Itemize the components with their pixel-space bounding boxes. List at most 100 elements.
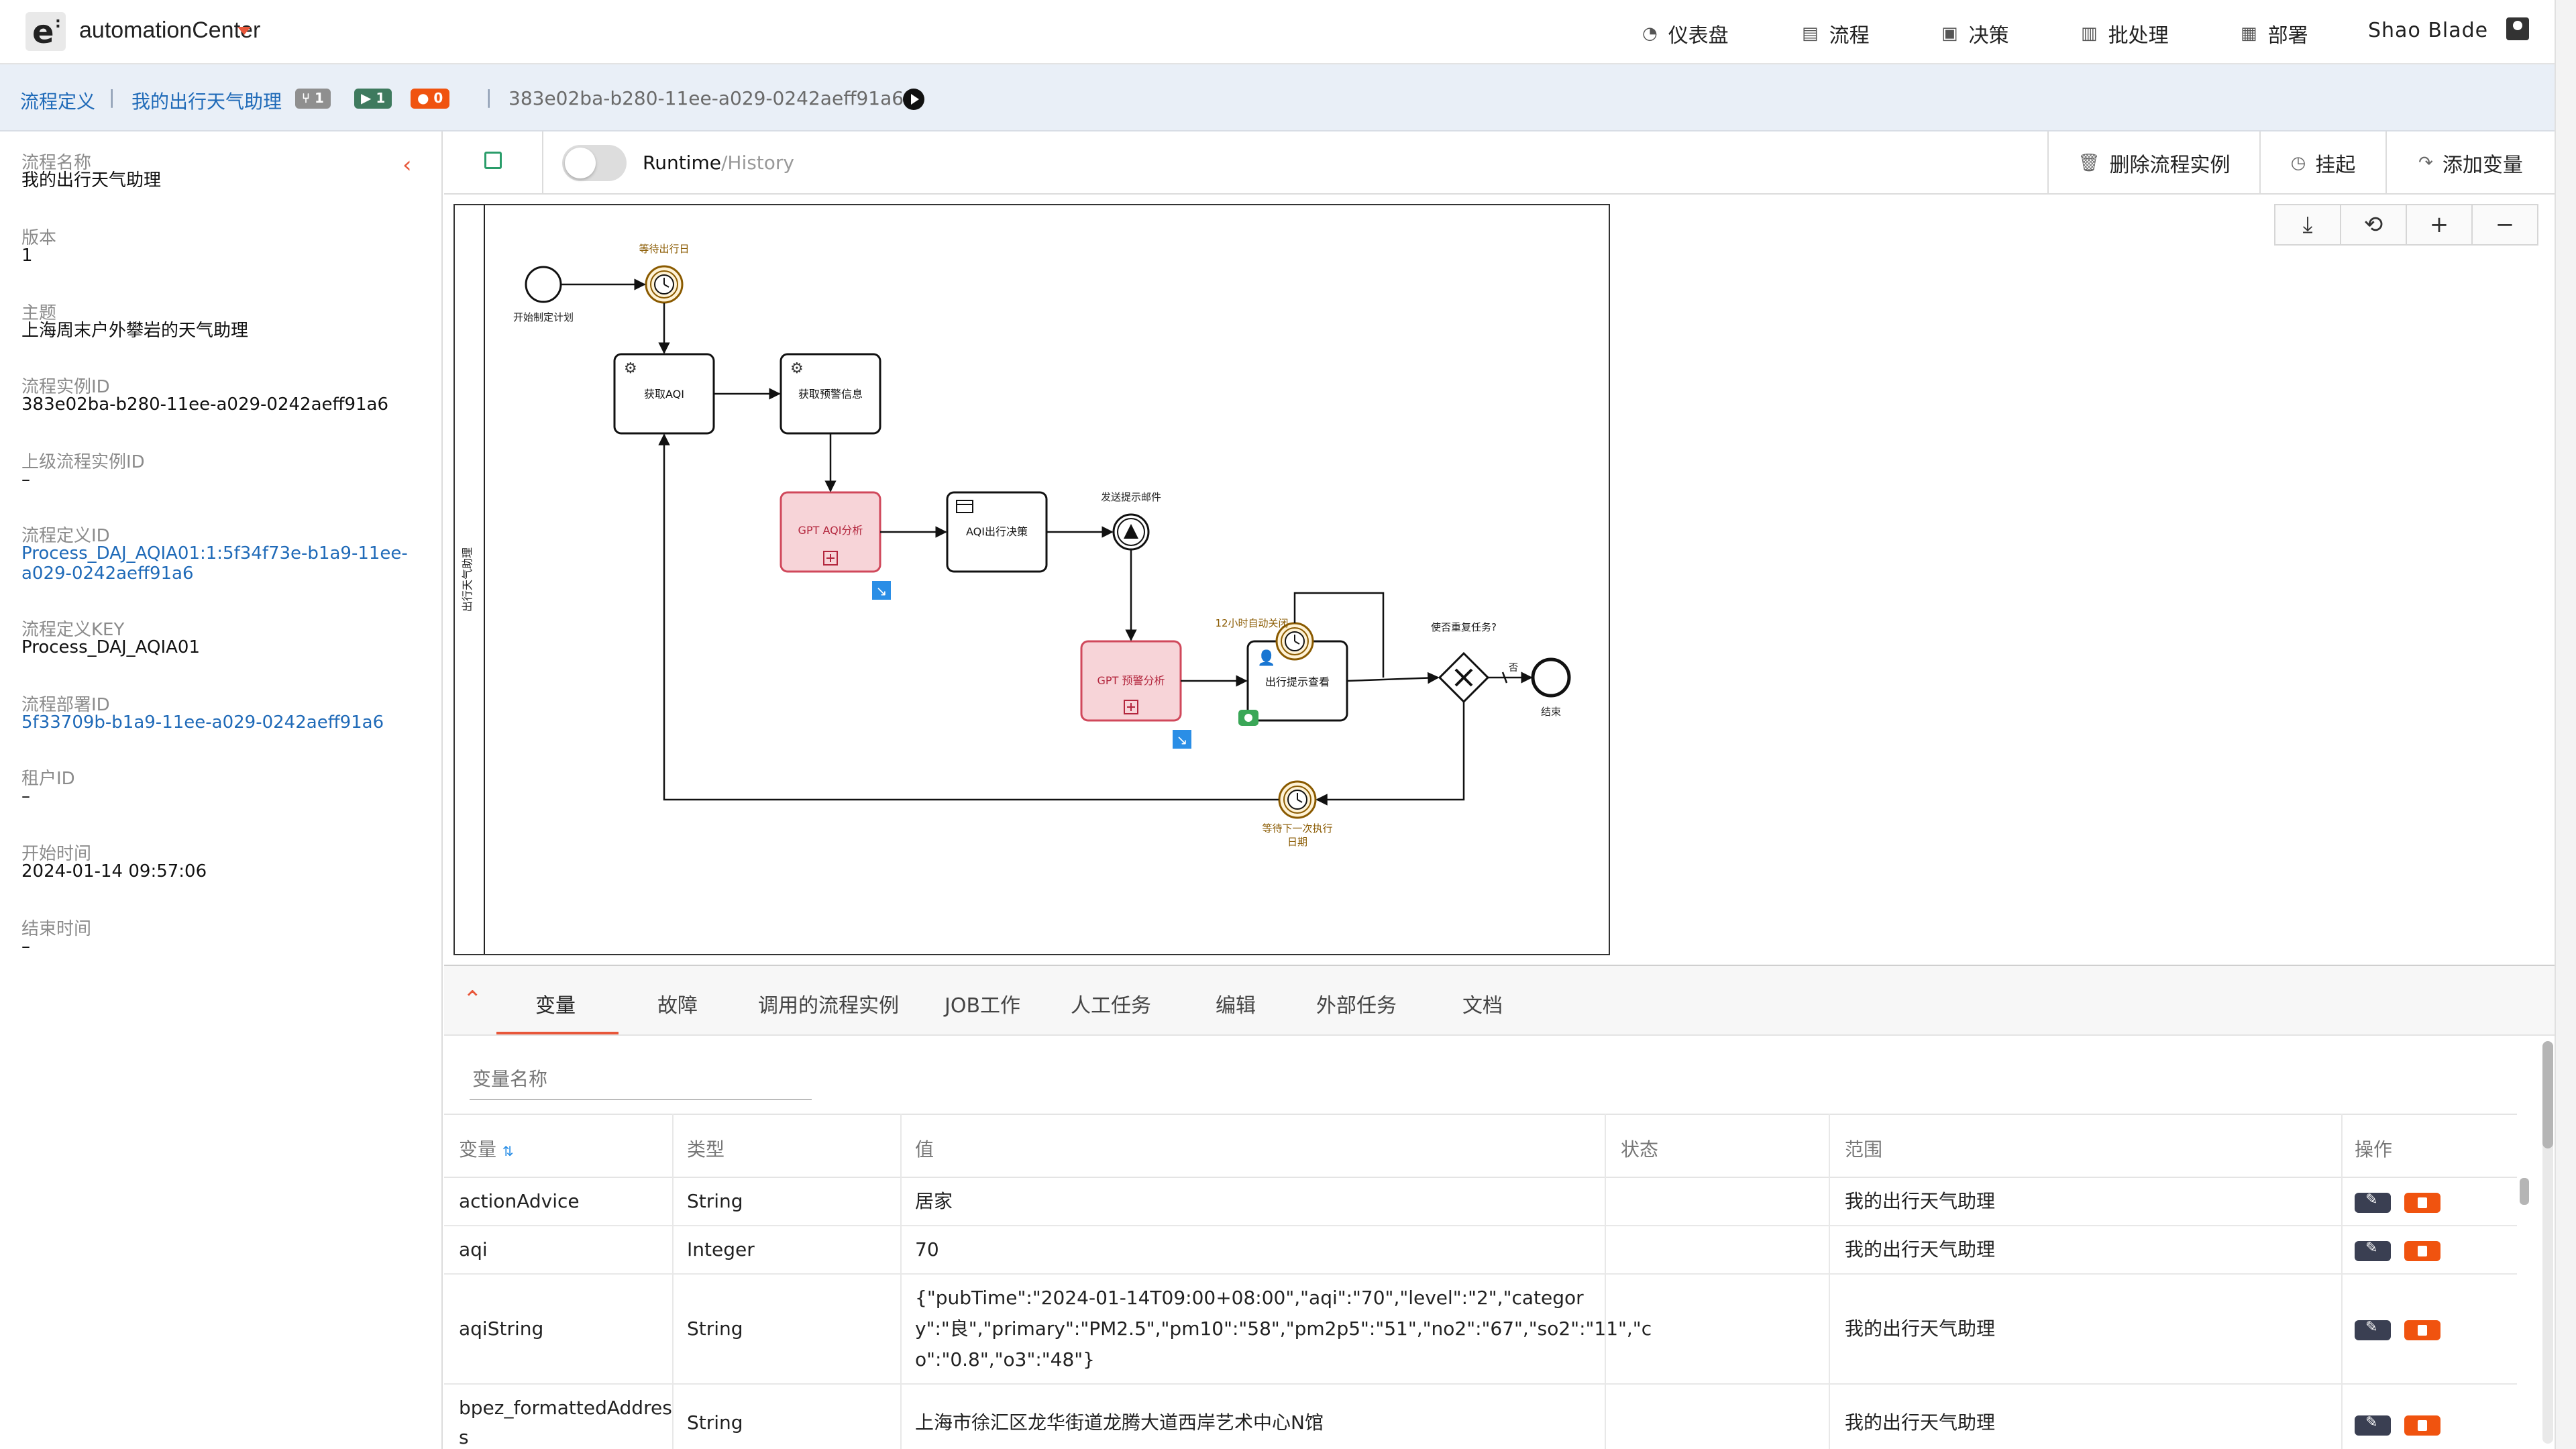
- nav-batch[interactable]: ▥ 批处理: [2081, 19, 2169, 48]
- tab-jobs[interactable]: JOB工作: [945, 989, 1020, 1018]
- send-mail-label: 发送提示邮件: [1101, 491, 1161, 503]
- end-event[interactable]: [1531, 657, 1571, 698]
- field-value: Process_DAJ_AQIA01: [21, 637, 200, 657]
- edit-icon[interactable]: [2355, 1240, 2391, 1261]
- diagram-canvas[interactable]: ⤓ ⟲ + − 出行天气助理 开始制定计划 等待出行日 ⚙ 获取AQI ⚙ 获取…: [444, 195, 2555, 965]
- tab-user-tasks[interactable]: 人工任务: [1071, 989, 1151, 1018]
- table-row[interactable]: bpez_formattedAddres s String 上海市徐汇区龙华街道…: [444, 1385, 2517, 1449]
- delete-icon[interactable]: [2404, 1320, 2440, 1340]
- svg-text:↘: ↘: [1177, 732, 1188, 748]
- column-header-status: 状态: [1621, 1138, 1659, 1161]
- column-header-type: 类型: [687, 1138, 725, 1161]
- subprocess-gpt-warning-label: GPT 预警分析: [1097, 674, 1165, 687]
- zoom-out-icon[interactable]: −: [2471, 204, 2538, 246]
- column-header-variable[interactable]: 变量 ⇅: [459, 1135, 514, 1162]
- reset-zoom-icon[interactable]: ⟲: [2340, 204, 2407, 246]
- variable-name: bpez_formattedAddres: [459, 1397, 672, 1419]
- runtime-label: Runtime: [643, 152, 721, 174]
- diagram-toolbar: Runtime/History 🗑 删除流程实例 ◷ 挂起 ↷ 添加变量: [444, 131, 2555, 195]
- zoom-in-icon[interactable]: +: [2406, 204, 2473, 246]
- nav-process[interactable]: ▤ 流程: [1802, 19, 1870, 48]
- breadcrumb-root-link[interactable]: 流程定义: [20, 87, 95, 114]
- breadcrumb-separator: |: [109, 86, 115, 108]
- batch-icon: ▥: [2081, 23, 2098, 44]
- variable-name-filter[interactable]: [470, 1059, 812, 1100]
- variable-value: o":"0.8","o3":"48"}: [915, 1348, 1095, 1371]
- nav-decision[interactable]: ▣ 决策: [1941, 19, 2009, 48]
- chevron-up-icon[interactable]: ⌃: [463, 986, 482, 1013]
- variable-value: 70: [915, 1238, 939, 1260]
- app-root: e : automationCenter ◔ 仪表盘 ▤ 流程 ▣ 决策 ▥ 批…: [0, 0, 2576, 1449]
- deploy-icon: ▦: [2241, 23, 2257, 44]
- page-scrollbar[interactable]: [2555, 0, 2576, 1449]
- delete-instance-button[interactable]: 🗑 删除流程实例: [2047, 131, 2259, 195]
- timer-event-wait-date[interactable]: [645, 265, 684, 304]
- fullscreen-icon[interactable]: [484, 152, 502, 169]
- nav-deploy[interactable]: ▦ 部署: [2241, 19, 2308, 48]
- download-icon[interactable]: ⤓: [2274, 204, 2341, 246]
- start-event[interactable]: [525, 266, 562, 303]
- panel-scrollbar-thumb[interactable]: [2542, 1041, 2553, 1148]
- end-event-label: 结束: [1541, 706, 1561, 718]
- edit-icon[interactable]: [2355, 1191, 2391, 1213]
- exclusive-gateway[interactable]: [1438, 651, 1490, 704]
- table-row[interactable]: aqiString String {"pubTime":"2024-01-14T…: [444, 1275, 2517, 1385]
- trash-icon: 🗑: [2078, 153, 2100, 173]
- user-icon: 👤: [1257, 649, 1275, 667]
- breadcrumb-current-link[interactable]: 我的出行天气助理: [131, 87, 282, 114]
- top-navbar: e : automationCenter ◔ 仪表盘 ▤ 流程 ▣ 决策 ▥ 批…: [0, 0, 2555, 64]
- field-value: 我的出行天气助理: [21, 170, 162, 191]
- app-name[interactable]: automationCenter: [79, 17, 260, 44]
- edit-icon[interactable]: [2355, 1319, 2391, 1340]
- table-row[interactable]: actionAdvice String 居家 我的出行天气助理: [444, 1178, 2517, 1226]
- column-header-actions: 操作: [2355, 1138, 2393, 1161]
- details-panel: ‹ 流程名称 我的出行天气助理 版本 1 主题 上海周末户外攀岩的天气助理 流程…: [0, 131, 443, 1449]
- run-instance-icon[interactable]: [903, 89, 924, 110]
- logo-badge-icon: :: [55, 15, 61, 32]
- incident-count-badge[interactable]: ● 0: [411, 89, 450, 109]
- lane-label: 出行天气助理: [461, 547, 474, 612]
- column-header-value: 值: [915, 1138, 934, 1161]
- field-value: 上海周末户外攀岩的天气助理: [21, 321, 249, 341]
- branch-count-badge[interactable]: ⑂ 1: [295, 89, 331, 109]
- tab-called-instances[interactable]: 调用的流程实例: [758, 989, 899, 1018]
- table-row[interactable]: aqi Integer 70 我的出行天气助理: [444, 1226, 2517, 1275]
- add-variable-button[interactable]: ↷ 添加变量: [2385, 131, 2555, 195]
- tab-external-tasks[interactable]: 外部任务: [1316, 989, 1397, 1018]
- sort-icon[interactable]: ⇅: [502, 1143, 514, 1159]
- field-value: –: [21, 786, 30, 806]
- column-header-scope: 范围: [1845, 1138, 1883, 1161]
- suspend-button[interactable]: ◷ 挂起: [2259, 131, 2385, 195]
- tab-documents[interactable]: 文档: [1462, 989, 1503, 1018]
- table-scrollbar[interactable]: [2520, 1178, 2529, 1205]
- variable-value: y":"良","primary":"PM2.5","pm10":"58","pm…: [915, 1318, 1652, 1340]
- user-account-icon[interactable]: [2506, 17, 2529, 40]
- timer-event-next-run[interactable]: [1278, 780, 1317, 819]
- nav-dashboard[interactable]: ◔ 仪表盘: [1642, 19, 1729, 48]
- variable-type: Integer: [687, 1238, 755, 1260]
- deployment-id-link[interactable]: 5f33709b-b1a9-11ee-a029-0242aeff91a6: [21, 712, 411, 733]
- process-definition-id-link[interactable]: Process_DAJ_AQIA01:1:5f34f73e-b1a9-11ee-: [21, 543, 411, 564]
- nav-process-label: 流程: [1829, 24, 1870, 48]
- delete-icon[interactable]: [2404, 1193, 2440, 1213]
- branch-count: 1: [314, 90, 324, 106]
- running-count-badge[interactable]: ▶ 1: [354, 89, 392, 109]
- variable-type: String: [687, 1190, 743, 1212]
- field-value: –: [21, 470, 30, 490]
- edit-icon[interactable]: [2355, 1414, 2391, 1436]
- tab-variables[interactable]: 变量: [535, 989, 576, 1018]
- variable-value: 居家: [915, 1190, 953, 1212]
- process-icon: ▤: [1802, 23, 1819, 44]
- tab-incidents[interactable]: 故障: [657, 989, 698, 1018]
- process-definition-id-link-cont[interactable]: a029-0242aeff91a6: [21, 564, 411, 584]
- delete-icon[interactable]: [2404, 1415, 2440, 1436]
- play-icon: ▶: [361, 90, 376, 106]
- chevron-down-icon[interactable]: [237, 27, 251, 35]
- user-name[interactable]: Shao Blade: [2368, 19, 2488, 42]
- tab-edit[interactable]: 编辑: [1216, 989, 1256, 1018]
- runtime-history-toggle[interactable]: [562, 145, 627, 181]
- history-label: /History: [720, 152, 794, 174]
- runtime-history-label: Runtime/History: [643, 152, 794, 174]
- variable-name-cont: s: [459, 1426, 469, 1448]
- delete-icon[interactable]: [2404, 1241, 2440, 1261]
